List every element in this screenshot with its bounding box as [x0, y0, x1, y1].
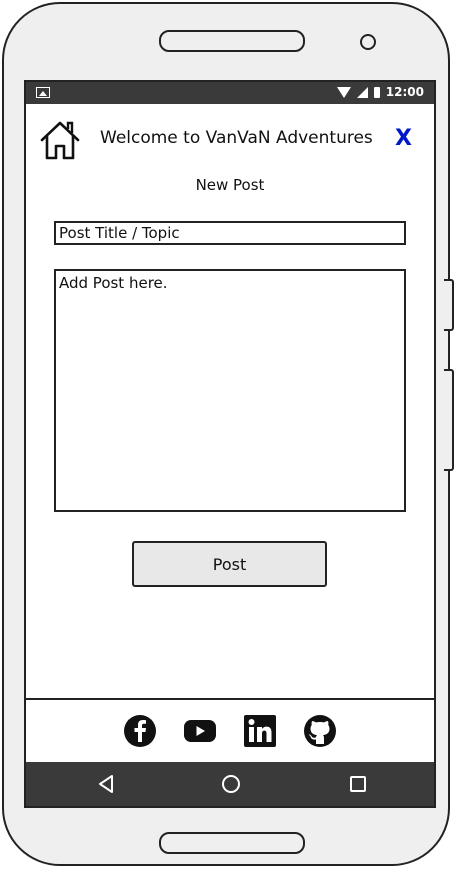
side-button-volume[interactable]: [444, 369, 454, 471]
facebook-icon[interactable]: [123, 714, 157, 748]
battery-icon: [373, 86, 380, 98]
wifi-icon: [336, 86, 351, 98]
home-icon[interactable]: [38, 118, 82, 166]
hardware-home-bar[interactable]: [159, 832, 305, 854]
footer: [26, 698, 434, 762]
screen: 12:00 Welcome to VanVaN Adventures X New…: [24, 80, 436, 808]
status-time: 12:00: [385, 85, 424, 99]
speaker-grille: [159, 30, 305, 52]
github-icon[interactable]: [303, 714, 337, 748]
post-title-input[interactable]: [54, 221, 406, 245]
post-button[interactable]: Post: [132, 541, 327, 587]
post-body-textarea[interactable]: [54, 269, 406, 512]
home-circle-icon[interactable]: [221, 774, 241, 798]
app-title: Welcome to VanVaN Adventures: [100, 128, 373, 148]
front-camera: [360, 34, 376, 50]
android-nav-bar: [26, 762, 434, 806]
phone-frame: 12:00 Welcome to VanVaN Adventures X New…: [2, 2, 454, 866]
image-icon: [36, 87, 50, 98]
status-bar: 12:00: [26, 82, 434, 104]
side-button-power[interactable]: [444, 279, 454, 331]
back-icon[interactable]: [96, 774, 116, 798]
linkedin-icon[interactable]: [243, 714, 277, 748]
close-button[interactable]: X: [395, 126, 412, 151]
youtube-icon[interactable]: [183, 714, 217, 748]
app-header: Welcome to VanVaN Adventures X: [26, 114, 434, 166]
recent-apps-icon[interactable]: [348, 774, 368, 798]
page-title: New Post: [195, 176, 265, 194]
signal-icon: [356, 86, 368, 98]
